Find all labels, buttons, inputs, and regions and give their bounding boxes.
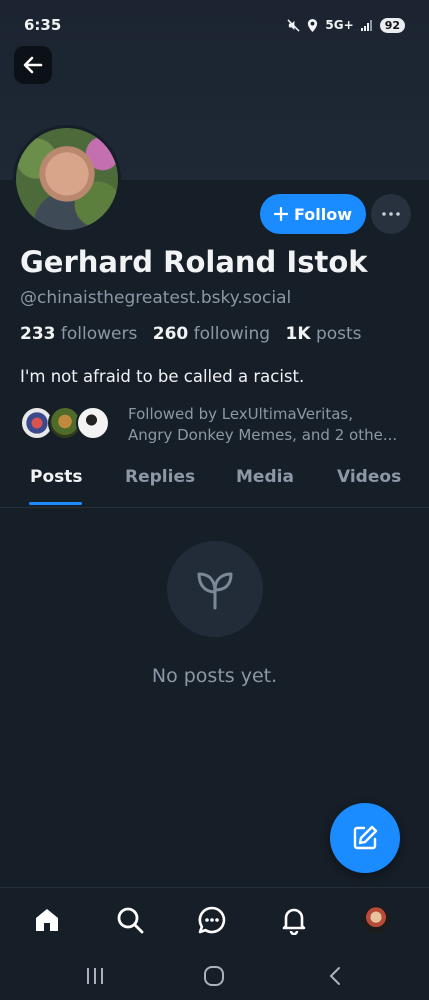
- profile-avatar[interactable]: [13, 125, 121, 233]
- profile-avatar-small: [362, 906, 390, 934]
- tab-media[interactable]: Media: [236, 467, 294, 487]
- followers-count: 233: [20, 324, 56, 344]
- following-stat[interactable]: 260 following: [153, 324, 270, 344]
- follower-avatar: [76, 406, 110, 440]
- nav-home[interactable]: [29, 902, 65, 938]
- tab-replies[interactable]: Replies: [125, 467, 195, 487]
- compose-icon: [353, 825, 378, 850]
- posts-count: 1K: [285, 324, 311, 344]
- display-name: Gerhard Roland Istok: [20, 245, 368, 279]
- nav-profile[interactable]: [358, 902, 394, 938]
- profile-stats: 233 followers 260 following 1K posts: [20, 324, 362, 344]
- back-system-button[interactable]: [320, 961, 350, 991]
- status-icons: 5G+ 92: [287, 17, 405, 33]
- followed-by-text: Followed by LexUltimaVeritas, Angry Donk…: [128, 404, 397, 446]
- status-time: 6:35: [24, 16, 62, 34]
- bell-icon: [282, 908, 306, 935]
- posts-stat: 1K posts: [286, 324, 362, 344]
- home-icon: [36, 909, 58, 931]
- following-count: 260: [152, 324, 189, 344]
- posts-label: posts: [315, 324, 362, 344]
- back-button[interactable]: [14, 46, 52, 84]
- chat-icon: [198, 906, 226, 934]
- profile-tabs: Posts Replies Media Videos: [0, 455, 429, 508]
- recents-icon: [87, 968, 103, 984]
- ellipsis-icon: [382, 212, 400, 216]
- arrow-left-icon: [23, 56, 43, 74]
- followed-by-line-1: Followed by LexUltimaVeritas,: [128, 405, 353, 423]
- more-options-button[interactable]: [371, 194, 411, 234]
- plus-icon: [273, 207, 288, 221]
- nav-chat[interactable]: [194, 902, 230, 938]
- followers-label: followers: [60, 324, 138, 344]
- follow-label: Follow: [293, 204, 352, 224]
- compose-post-button[interactable]: [330, 803, 400, 873]
- chevron-left-icon: [329, 967, 340, 985]
- active-tab-indicator: [29, 502, 82, 505]
- sprout-icon: [167, 541, 263, 637]
- nav-search[interactable]: [112, 902, 148, 938]
- recents-button[interactable]: [80, 961, 110, 991]
- home-circle-icon: [204, 966, 224, 986]
- following-label: following: [193, 324, 271, 344]
- bottom-nav: [0, 887, 429, 954]
- tab-posts[interactable]: Posts: [30, 467, 83, 487]
- profile-handle: @chinaisthegreatest.bsky.social: [20, 288, 292, 308]
- followers-stat[interactable]: 233 followers: [20, 324, 137, 344]
- signal-icon: [360, 19, 372, 31]
- status-bar: 6:35 5G+ 92: [0, 0, 429, 50]
- home-system-button[interactable]: [199, 961, 229, 991]
- followed-by-line-2: Angry Donkey Memes, and 2 othe...: [128, 426, 398, 444]
- empty-state-message: No posts yet.: [151, 665, 278, 687]
- location-icon: [308, 18, 318, 32]
- system-navigation-bar: [0, 953, 429, 1000]
- follow-button[interactable]: Follow: [260, 194, 366, 234]
- battery-badge: 92: [379, 17, 405, 33]
- profile-bio: I'm not afraid to be called a racist.: [20, 367, 305, 386]
- network-label: 5G+: [325, 18, 354, 32]
- mute-icon: [287, 18, 301, 32]
- known-followers[interactable]: Followed by LexUltimaVeritas, Angry Donk…: [20, 404, 420, 446]
- tab-videos[interactable]: Videos: [337, 467, 401, 487]
- search-icon: [117, 907, 144, 934]
- nav-notifications[interactable]: [276, 902, 312, 938]
